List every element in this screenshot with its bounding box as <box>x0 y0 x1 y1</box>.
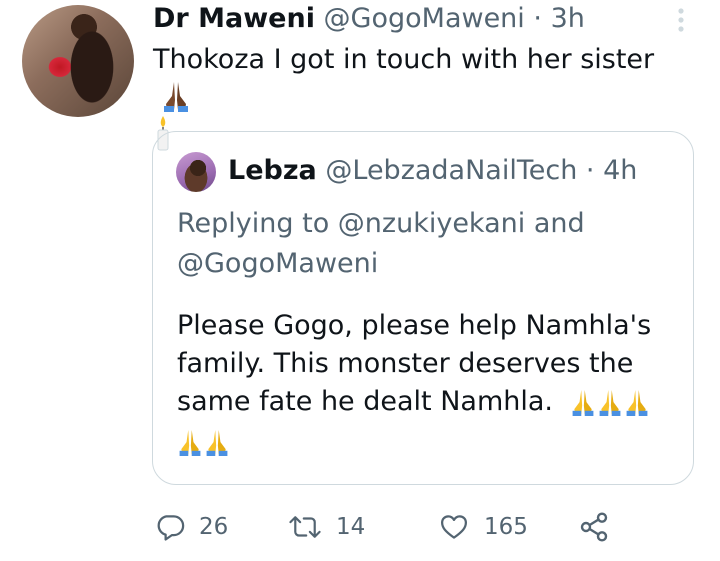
share-icon <box>580 512 608 542</box>
quoted-author-name: Lebza <box>228 155 317 186</box>
like-button[interactable]: 165 <box>438 507 528 547</box>
folded-hands-icon <box>599 389 620 416</box>
separator-dot: · <box>585 155 595 186</box>
reply-button[interactable]: 26 <box>155 507 228 547</box>
like-count: 165 <box>484 514 528 540</box>
folded-hands-icon <box>206 429 228 456</box>
tweet-actions: 26 14 165 <box>155 507 625 547</box>
tweet-header: Dr Maweni @GogoMaweni · 3h <box>153 2 585 36</box>
replying-line-2: @GogoMaweni <box>177 248 379 279</box>
author-avatar[interactable] <box>22 5 134 117</box>
author-name[interactable]: Dr Maweni <box>153 3 315 34</box>
folded-hands-dark-icon <box>164 81 188 112</box>
quoted-author-handle: @LebzadaNailTech <box>325 155 578 186</box>
folded-hands-emoji-group <box>177 423 677 461</box>
retweet-button[interactable]: 14 <box>288 507 365 547</box>
quoted-body-line-1: Please Gogo, please help Namhla's <box>177 310 652 341</box>
quoted-body-line-3-text: same fate he dealt Namhla. <box>177 386 553 417</box>
tweet-time[interactable]: 3h <box>551 3 585 34</box>
replying-line-1: Replying to @nzukiyekani and <box>177 208 585 239</box>
quoted-author-avatar <box>176 152 216 192</box>
like-icon <box>441 515 467 539</box>
quoted-body-line-3: same fate he dealt Namhla. <box>177 383 677 421</box>
author-handle[interactable]: @GogoMaweni <box>324 3 525 34</box>
folded-hands-icon <box>572 389 593 416</box>
retweet-count: 14 <box>336 514 366 540</box>
quoted-tweet-text: Please Gogo, please help Namhla's family… <box>177 307 677 461</box>
retweet-icon <box>289 516 321 538</box>
quoted-tweet-time: 4h <box>603 155 638 186</box>
separator-dot: · <box>533 3 542 34</box>
folded-hands-icon <box>179 429 201 456</box>
quoted-tweet-header: Lebza @LebzadaNailTech · 4h <box>228 154 637 188</box>
tweet-text-content: Thokoza I got in touch with her sister <box>153 44 655 75</box>
quoted-body-line-2: family. This monster deserves the <box>177 348 634 379</box>
share-button[interactable] <box>578 507 610 547</box>
replying-to: Replying to @nzukiyekani and @GogoMaweni <box>177 204 677 284</box>
folded-hands-icon <box>626 389 647 416</box>
more-options-icon[interactable] <box>671 6 691 34</box>
reply-count: 26 <box>199 514 229 540</box>
quoted-tweet-card[interactable]: Lebza @LebzadaNailTech · 4h Replying to … <box>152 131 694 485</box>
folded-hands-emoji-group <box>570 386 651 417</box>
reply-icon <box>157 515 185 541</box>
